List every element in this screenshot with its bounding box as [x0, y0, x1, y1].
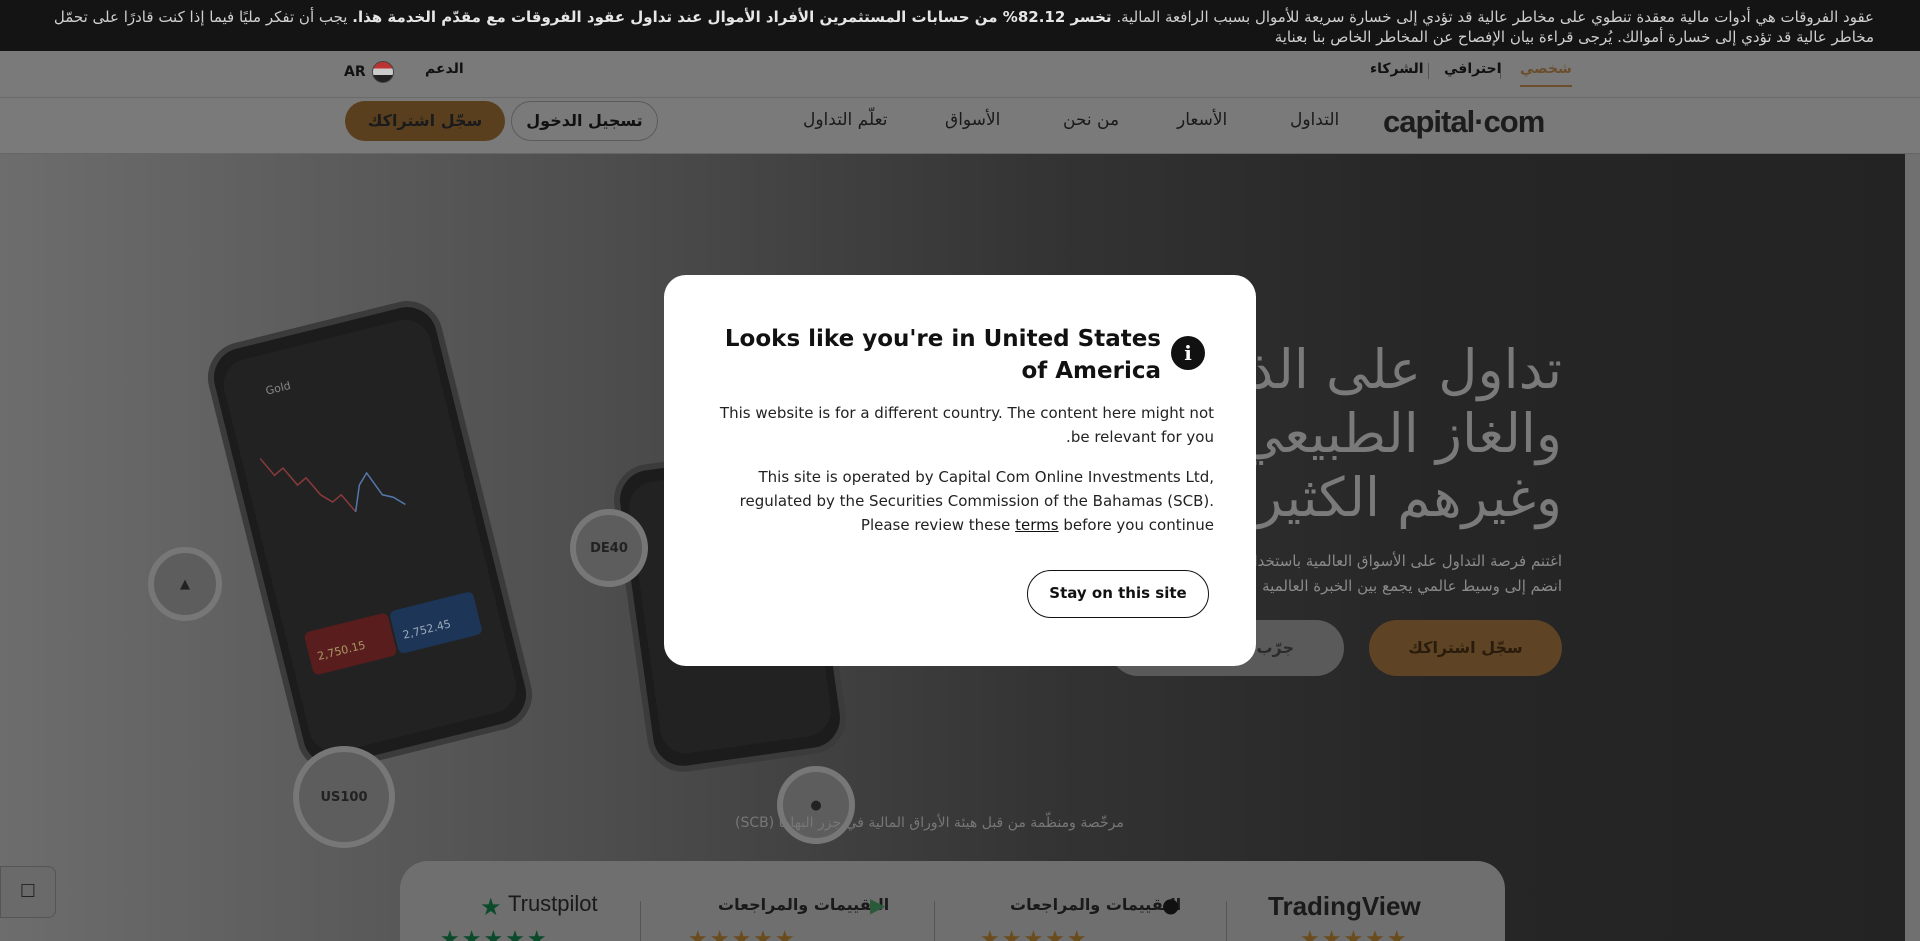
- hero-title-line3: وغيرهم الكثير: [1256, 466, 1562, 529]
- login-button[interactable]: تسجيل الدخول: [511, 101, 658, 141]
- us100-label: US100: [320, 789, 368, 805]
- modal-text-2b: before you continue: [1058, 516, 1214, 534]
- risk-text-bold: تخسر 82.12% من حسابات المستثمرين الأفراد…: [352, 8, 1112, 26]
- modal-text-1: This website is for a different country.…: [719, 404, 1214, 446]
- phone-mockup: Gold 2,750.15 2,752.45: [200, 293, 540, 779]
- google-stars: ★★★★★: [688, 927, 797, 941]
- terms-link[interactable]: terms: [1015, 516, 1058, 534]
- trustpilot-star-icon: ★: [480, 893, 502, 921]
- de40-label: DE40: [590, 540, 628, 556]
- tradingview-stars: ★★★★★: [1300, 927, 1409, 941]
- hero-title-line1: تداول على الذهب: [1240, 338, 1562, 401]
- hero-subtitle: اغتنم فرصة التداول على الأسواق العالمية …: [1250, 549, 1562, 599]
- modal-text-2: This site is operated by Capital Com Onl…: [704, 465, 1214, 537]
- ratings-panel: TradingView ★★★★★ التقييمات والمراجعات ●…: [400, 861, 1505, 941]
- nav-markets[interactable]: الأسواق: [945, 110, 1000, 130]
- hero-title-line2: والغاز الطبيعي: [1240, 402, 1562, 465]
- nav-prices[interactable]: الأسعار: [1177, 110, 1227, 130]
- tab-personal[interactable]: شخصي: [1520, 61, 1572, 87]
- risk-text-1: عقود الفروقات هي أدوات مالية معقدة تنطوي…: [1116, 8, 1874, 26]
- modal-title: Looks like you're in United States of Am…: [724, 326, 1161, 384]
- trustpilot-logo: Trustpilot: [508, 891, 598, 916]
- apple-rating-label: التقييمات والمراجعات: [1010, 895, 1182, 914]
- risk-warning-banner: عقود الفروقات هي أدوات مالية معقدة تنطوي…: [0, 0, 1920, 51]
- us100-coin-icon: US100: [293, 746, 395, 848]
- nav-learn[interactable]: تعلّم التداول: [803, 110, 888, 130]
- stay-on-site-button[interactable]: Stay on this site: [1027, 570, 1209, 618]
- divider: [1226, 901, 1227, 941]
- scrollbar-track[interactable]: [1905, 154, 1920, 941]
- tab-professional[interactable]: احترافي: [1444, 61, 1501, 77]
- de40-coin-icon: DE40: [570, 509, 648, 587]
- chat-icon[interactable]: ☐: [0, 866, 56, 918]
- info-icon: i: [1171, 336, 1205, 370]
- support-link[interactable]: الدعم: [425, 61, 464, 77]
- nav-about[interactable]: من نحن: [1063, 110, 1119, 130]
- google-rating-label: التقييمات والمراجعات: [718, 895, 890, 914]
- utility-bar: شخصي احترافي الشركاء الدعم AR: [0, 51, 1920, 98]
- phone-screen: Gold 2,750.15 2,752.45: [218, 314, 522, 758]
- hero-signup-button[interactable]: سجّل اشتراكك: [1369, 620, 1562, 676]
- regulation-note: مرخّصة ومنظّمة من قبل هيئة الأوراق المال…: [735, 815, 1124, 831]
- logo[interactable]: capital·com: [1383, 104, 1545, 140]
- asset-label: Gold: [264, 378, 293, 398]
- divider: [640, 901, 641, 941]
- divider: [934, 901, 935, 941]
- nav-trading[interactable]: التداول: [1290, 110, 1339, 130]
- tab-partners[interactable]: الشركاء: [1370, 61, 1424, 77]
- gas-flame-coin-icon: ●: [777, 766, 855, 844]
- language-selector[interactable]: AR: [344, 61, 394, 83]
- tradingview-logo: TradingView: [1268, 891, 1421, 921]
- price-chart: [259, 457, 406, 513]
- buy-button: 2,752.45: [388, 590, 483, 655]
- apple-icon: ●: [1162, 893, 1180, 917]
- signup-button[interactable]: سجّل اشتراكك: [345, 101, 505, 141]
- divider: [1428, 63, 1429, 79]
- apple-stars: ★★★★★: [980, 927, 1089, 941]
- location-modal: i Looks like you're in United States of …: [664, 275, 1256, 666]
- gold-coin-icon: ▲: [148, 547, 222, 621]
- google-play-icon: ▶: [870, 893, 886, 917]
- hero-subtitle-line2: انضم إلى وسيط عالمي يجمع بين الخبرة العا…: [1262, 577, 1562, 595]
- trustpilot-stars: ★★★★★: [440, 927, 549, 941]
- main-nav: capital·com التداول الأسعار من نحن الأسو…: [0, 98, 1920, 154]
- hero-title: تداول على الذهب والغاز الطبيعي وغيرهم ال…: [1240, 338, 1562, 530]
- flag-icon: [371, 61, 394, 83]
- sell-button: 2,750.15: [303, 612, 398, 676]
- hero-subtitle-line1: اغتنم فرصة التداول على الأسواق العالمية …: [1250, 552, 1562, 570]
- language-code: AR: [344, 64, 366, 80]
